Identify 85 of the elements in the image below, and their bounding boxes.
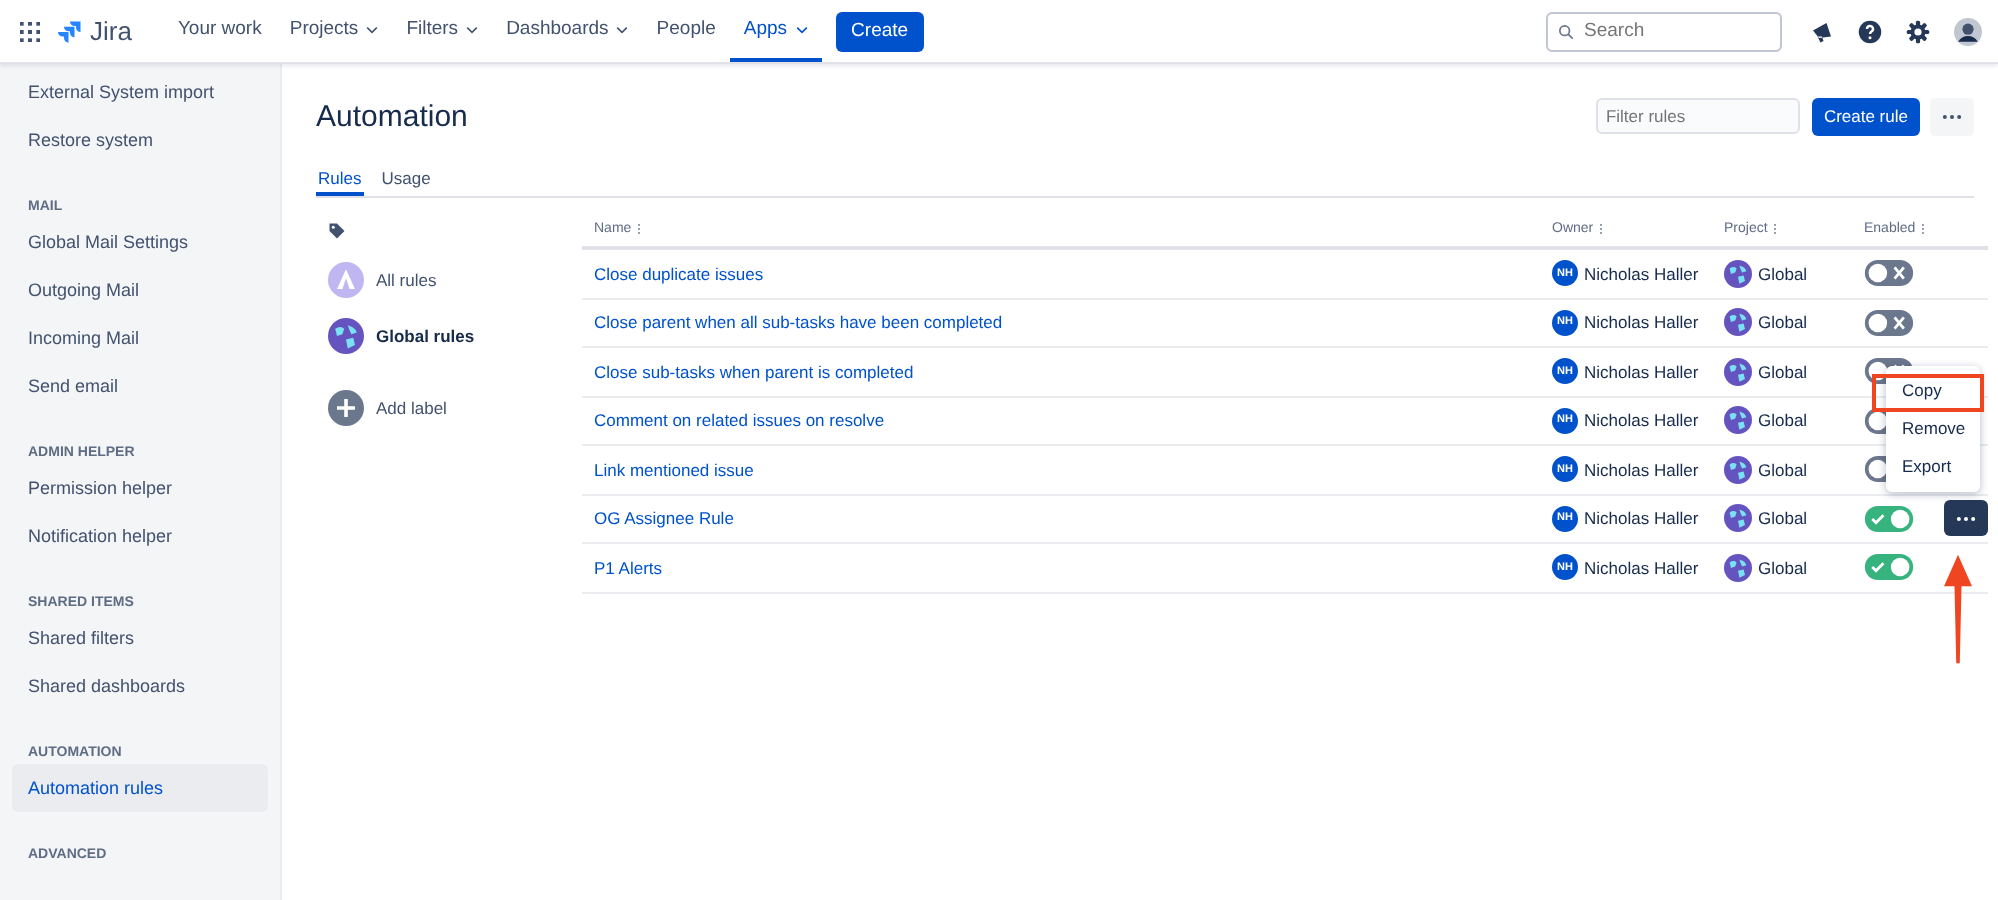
label-text: All rules (376, 270, 437, 290)
sidebar-item[interactable]: Permission helper (12, 464, 268, 512)
sort-icon (1773, 224, 1780, 234)
globe-icon (1724, 357, 1752, 386)
rule-link[interactable]: P1 Alerts (594, 557, 663, 578)
rule-link[interactable]: Comment on related issues on resolve (594, 410, 885, 431)
owner-name: Nicholas Haller (1584, 459, 1699, 480)
label-text: Global rules (376, 326, 475, 346)
sidebar-item[interactable]: Shared filters (12, 614, 268, 662)
owner-name: Nicholas Haller (1584, 508, 1699, 529)
help-icon[interactable] (1858, 19, 1882, 43)
create-rule-button[interactable]: Create rule (1811, 97, 1920, 135)
menu-item[interactable]: Remove (1886, 410, 1980, 448)
sidebar-item[interactable]: Incoming Mail (12, 314, 268, 362)
globe-icon (328, 318, 364, 354)
more-icon (1942, 113, 1962, 119)
tab[interactable]: Usage (379, 164, 433, 196)
sidebar-item[interactable]: External System import (12, 68, 268, 116)
more-icon (1956, 515, 1976, 522)
sidebar-item[interactable]: Notification helper (12, 512, 268, 560)
owner-name: Nicholas Haller (1584, 361, 1699, 382)
avatar-icon[interactable] (1954, 17, 1982, 45)
more-button[interactable] (1930, 97, 1974, 135)
nav-item[interactable]: Apps (729, 0, 822, 62)
sidebar-item[interactable]: Shared dashboards (12, 662, 268, 710)
sort-icon (1921, 224, 1928, 234)
toggle-switch[interactable] (1864, 554, 1914, 581)
settings-icon[interactable] (1906, 19, 1930, 43)
sidebar-item[interactable]: Automation rules (12, 764, 268, 812)
label-item[interactable]: Add label (328, 380, 582, 436)
project-name: Global (1758, 459, 1808, 480)
rule-link[interactable]: Link mentioned issue (594, 459, 754, 480)
globe-icon (1724, 553, 1752, 582)
megaphone-icon[interactable] (1810, 19, 1834, 43)
globe-icon (1724, 406, 1752, 435)
rule-link[interactable]: Close parent when all sub-tasks have been completed (594, 312, 1003, 333)
app-switcher-icon[interactable] (20, 21, 40, 41)
project-name: Global (1758, 508, 1808, 529)
sidebar-item[interactable]: Send email (12, 362, 268, 410)
sort-icon (1599, 224, 1606, 234)
tag-icon (328, 222, 346, 240)
add-icon (328, 390, 364, 426)
page-title: Automation (316, 99, 468, 133)
nav-item[interactable]: Projects (275, 0, 393, 62)
toggle-switch[interactable] (1864, 309, 1914, 336)
tab[interactable]: Rules (316, 164, 364, 196)
project-name: Global (1758, 361, 1808, 382)
search-icon (1558, 23, 1574, 39)
rule-link[interactable]: OG Assignee Rule (594, 508, 734, 529)
search-field[interactable]: Search (1546, 11, 1782, 51)
globe-icon (1724, 308, 1752, 337)
sidebar-item[interactable]: Global Mail Settings (12, 218, 268, 266)
owner-name: Nicholas Haller (1584, 410, 1699, 431)
menu-item[interactable]: Export (1886, 448, 1980, 486)
nav-item[interactable]: Filters (392, 0, 493, 62)
project-name: Global (1758, 263, 1808, 284)
logo-icon[interactable] (58, 19, 82, 43)
create-button[interactable]: Create (835, 11, 925, 51)
nav-item[interactable]: Dashboards (492, 0, 643, 62)
project-name: Global (1758, 557, 1808, 578)
owner-name: Nicholas Haller (1584, 263, 1699, 284)
toggle-switch[interactable] (1864, 505, 1914, 532)
label-text: Add label (376, 398, 447, 418)
rule-link[interactable]: Close duplicate issues (594, 263, 764, 284)
sidebar-item[interactable]: Outgoing Mail (12, 266, 268, 314)
globe-icon (1724, 504, 1752, 533)
nav-item[interactable]: People (642, 0, 730, 62)
nav-item[interactable]: Your work (163, 0, 276, 62)
project-name: Global (1758, 312, 1808, 333)
rule-link[interactable]: Close sub-tasks when parent is completed (594, 361, 914, 382)
owner-name: Nicholas Haller (1584, 312, 1699, 333)
product-name[interactable]: Jira (90, 16, 132, 46)
project-name: Global (1758, 410, 1808, 431)
sidebar-item[interactable]: Restore system (12, 116, 268, 164)
filter-field[interactable]: Filter rules (1595, 98, 1800, 134)
globe-icon (1724, 259, 1752, 288)
row-actions-button[interactable] (1944, 500, 1988, 537)
sort-icon (637, 224, 644, 234)
label-item[interactable]: All rules (328, 252, 582, 308)
label-item[interactable]: Global rules (328, 308, 582, 364)
toggle-switch[interactable] (1864, 260, 1914, 287)
atlassian-icon (328, 262, 364, 298)
globe-icon (1724, 455, 1752, 484)
owner-name: Nicholas Haller (1584, 557, 1699, 578)
annotation-arrow (1944, 554, 1972, 664)
